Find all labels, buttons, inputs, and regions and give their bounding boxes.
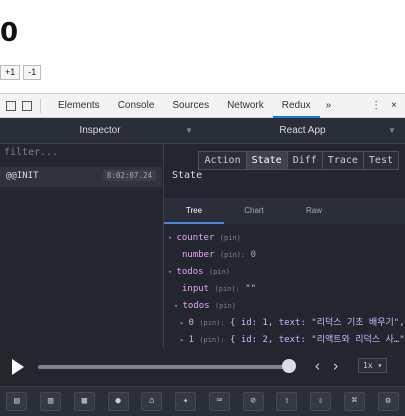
node-key: 1 [188, 335, 194, 345]
tab-trace[interactable]: Trace [321, 151, 364, 170]
node-value: { id: 2, text: "리액트와 리덕스 사…", d [230, 335, 405, 345]
action-item[interactable]: @@INIT 8:02:07.24 [0, 167, 162, 187]
tree-node[interactable]: ▾ counter (pin) [164, 230, 405, 247]
chevron-left-icon[interactable]: ‹ [313, 357, 322, 375]
tree-node[interactable]: ▾ todos (pin) [164, 264, 405, 281]
redux-devtools-panel: Inspector ▼ React App ▼ filter... @@INIT… [0, 118, 405, 416]
tab-action[interactable]: Action [198, 151, 247, 170]
increment-button[interactable]: +1 [0, 65, 21, 80]
pause-icon[interactable]: ⊘ [242, 392, 264, 411]
speed-select[interactable]: 1x ▾ [358, 358, 388, 373]
upload-icon[interactable]: ⇧ [276, 392, 298, 411]
node-meta: (pin) [214, 302, 237, 310]
state-tree: ▾ counter (pin) number (pin): 0 ▾ todos … [164, 230, 405, 349]
instance-dropdown[interactable]: React App [200, 125, 405, 136]
dispatcher-icon[interactable]: ⌘ [343, 392, 365, 411]
node-key: input [182, 284, 210, 294]
filter-input[interactable]: filter... [4, 147, 58, 158]
inspector-dropdown[interactable]: Inspector [0, 125, 200, 136]
keyboard-icon[interactable]: ⌨ [208, 392, 230, 411]
state-title: State [172, 170, 203, 181]
counter-buttons: +1 -1 [0, 65, 42, 80]
tab-tree[interactable]: Tree [164, 198, 224, 224]
step-controls: ‹ › [313, 357, 340, 375]
chevron-right-icon[interactable]: › [331, 357, 340, 375]
tab-chart[interactable]: Chart [224, 198, 284, 224]
tab-network[interactable]: Network [218, 94, 273, 118]
redux-toolbar: ▤ ▥ ▦ ● ⌂ ✦ ⌨ ⊘ ⇧ ⇩ ⌘ ⚙ [0, 386, 405, 416]
separator [40, 98, 41, 113]
tab-redux[interactable]: Redux [272, 94, 320, 118]
node-key: counter [176, 233, 215, 243]
tab-state[interactable]: State [245, 151, 288, 170]
chevron-down-icon: ▼ [388, 126, 396, 135]
download-icon[interactable]: ⇩ [310, 392, 332, 411]
record-icon[interactable]: ● [107, 392, 129, 411]
node-key: todos [176, 267, 204, 277]
tab-console[interactable]: Console [109, 94, 164, 118]
tree-node[interactable]: input (pin): "" [164, 281, 405, 298]
pin-icon[interactable]: ✦ [175, 392, 197, 411]
node-meta: (pin): [219, 251, 246, 259]
node-key: 0 [188, 318, 194, 328]
inspector-bottom-icon[interactable]: ▦ [73, 392, 95, 411]
tree-node[interactable]: ▸ 1 (pin): { id: 2, text: "리액트와 리덕스 사…",… [164, 332, 405, 349]
node-meta: (pin): [214, 285, 240, 293]
devtools-tabbar: Elements Console Sources Network Redux »… [0, 93, 405, 118]
node-meta: (pin) [208, 268, 231, 276]
close-icon[interactable]: × [391, 100, 397, 111]
inspect-element-icon[interactable] [6, 100, 16, 111]
node-meta: (pin) [219, 234, 241, 242]
state-pane: Action State Diff Trace Test State Tree … [164, 143, 405, 348]
decrement-button[interactable]: -1 [23, 65, 42, 80]
action-list-pane: filter... @@INIT 8:02:07.24 [0, 143, 164, 348]
counter-value: 0 [0, 18, 19, 48]
time-travel-slider: ‹ › 1x ▾ [0, 348, 405, 386]
tree-node[interactable]: ▸ 0 (pin): { id: 1, text: "리덕스 기초 배우기", … [164, 315, 405, 332]
action-name: @@INIT [6, 171, 39, 181]
node-meta: (pin): [199, 319, 225, 327]
node-value: "" [245, 284, 257, 294]
tree-node[interactable]: ▾ todos (pin) [164, 298, 405, 315]
lock-icon[interactable]: ⌂ [141, 392, 163, 411]
redux-header: Inspector ▼ React App ▼ [0, 118, 405, 144]
action-timestamp: 8:02:07.24 [102, 170, 156, 181]
node-meta: (pin): [199, 336, 225, 344]
kebab-menu-icon[interactable]: ⋮ [371, 100, 381, 111]
inspector-left-icon[interactable]: ▤ [6, 392, 28, 411]
tab-diff[interactable]: Diff [286, 151, 323, 170]
slider-track[interactable] [38, 365, 293, 369]
tab-sources[interactable]: Sources [163, 94, 218, 118]
tab-test[interactable]: Test [362, 151, 399, 170]
node-value: 0 [250, 250, 257, 260]
mode-tabs: Action State Diff Trace Test [198, 151, 399, 170]
play-icon[interactable] [12, 359, 24, 375]
node-value: { id: 1, text: "리덕스 기초 배우기", d [230, 318, 405, 328]
tab-elements[interactable]: Elements [49, 94, 109, 118]
node-key: todos [182, 301, 210, 311]
slider-handle[interactable] [282, 359, 296, 373]
node-key: number [182, 250, 215, 260]
more-tabs-button[interactable]: » [320, 100, 338, 111]
view-subtabs: Tree Chart Raw [164, 198, 405, 224]
tab-raw[interactable]: Raw [284, 198, 344, 224]
settings-icon[interactable]: ⚙ [377, 392, 399, 411]
app-preview: 0 +1 -1 [0, 0, 405, 90]
speed-value: 1x [363, 361, 373, 370]
tree-node[interactable]: number (pin): 0 [164, 247, 405, 264]
chevron-down-icon: ▼ [185, 126, 193, 135]
device-toolbar-icon[interactable] [22, 100, 32, 111]
inspector-right-icon[interactable]: ▥ [40, 392, 62, 411]
